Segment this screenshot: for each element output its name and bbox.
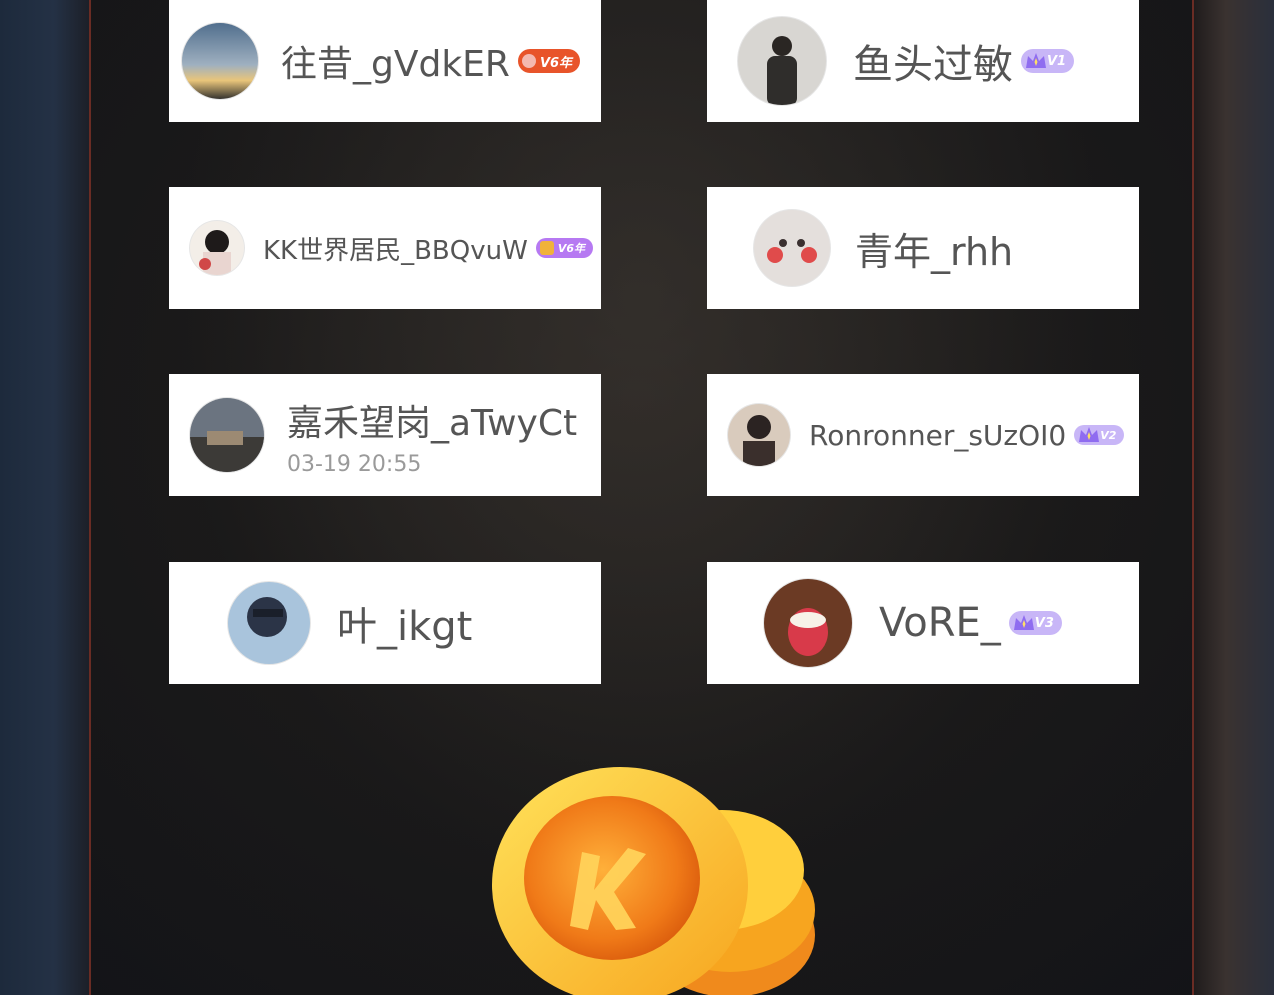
avatar [228,582,310,664]
avatar [738,17,826,105]
username: 往昔_gVdkER [281,44,510,85]
level-badge-label: V2 [1100,428,1117,442]
avatar [754,210,830,286]
avatar [764,579,852,667]
badge-mascot-icon [521,54,536,68]
frame-border-right [1192,0,1194,995]
left-background [0,0,90,995]
crown-icon [1026,53,1046,68]
level-badge-label: V1 [1047,53,1067,69]
level-badge: V3 [1008,611,1062,635]
level-badge-label: V6年 [539,55,573,71]
level-badge: V1 [1021,49,1075,73]
username: 嘉禾望岗_aTwyCt [287,402,578,444]
username: 叶_ikgt [337,604,473,650]
user-card[interactable]: 鱼头过敏 V1 [707,0,1139,122]
avatar [190,221,244,275]
user-card[interactable]: 叶_ikgt [169,562,601,684]
avatar [728,404,790,466]
user-card[interactable]: 嘉禾望岗_aTwyCt 03-19 20:55 [169,374,601,496]
user-card[interactable]: KK世界居民_BBQvuW V6年 [169,187,601,309]
avatar [182,23,258,99]
user-card[interactable]: VoRE_ V3 [707,562,1139,684]
user-info: 嘉禾望岗_aTwyCt 03-19 20:55 [287,394,577,477]
k-coin-stack-icon [492,767,815,995]
avatar [190,398,264,472]
user-card[interactable]: 青年_rhh [707,187,1139,309]
badge-shield-icon [539,241,554,255]
user-card[interactable]: Ronronner_sUzOI0 V2 [707,374,1139,496]
level-badge: V6年 [535,238,593,258]
username: Ronronner_sUzOI0 [809,418,1067,452]
level-badge-label: V3 [1034,615,1054,631]
crown-icon [1013,615,1034,630]
level-badge-label: V6年 [557,242,585,255]
level-badge: V6年 [517,49,581,73]
right-background [1194,0,1274,995]
username: 鱼头过敏 [853,42,1013,88]
timestamp: 03-19 20:55 [287,451,422,477]
username: 青年_rhh [855,229,1014,274]
username: KK世界居民_BBQvuW [263,235,528,266]
level-badge: V2 [1074,425,1125,445]
username: VoRE_ [879,600,1001,646]
user-card[interactable]: 往昔_gVdkER V6年 [169,0,601,122]
crown-icon [1079,427,1100,442]
frame-border-left [89,0,91,995]
